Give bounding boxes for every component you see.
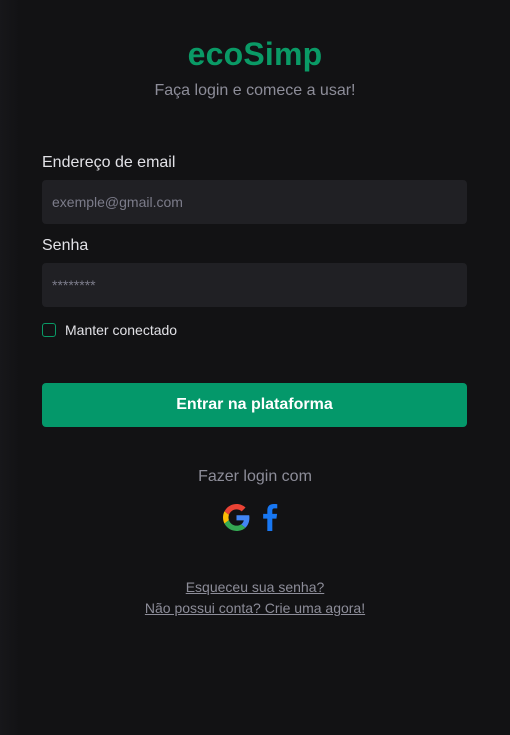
- remember-label: Manter conectado: [65, 321, 178, 338]
- forgot-password-row: Esqueceu sua senha?: [0, 579, 510, 595]
- google-icon[interactable]: [223, 504, 250, 531]
- social-login-buttons: [223, 504, 278, 531]
- password-field[interactable]: [42, 263, 467, 307]
- facebook-icon[interactable]: [262, 504, 278, 531]
- signup-row: Não possui conta? Crie uma agora!: [0, 600, 510, 616]
- remember-checkbox[interactable]: [42, 322, 56, 337]
- brand-subtitle: Faça login e comece a usar!: [154, 82, 356, 99]
- brand-title: ecoSimp: [187, 36, 323, 72]
- login-page: ecoSimp Faça login e comece a usar! Ende…: [0, 0, 510, 735]
- remember-me[interactable]: Manter conectado: [42, 321, 177, 338]
- social-login-title: Fazer login com: [198, 468, 312, 485]
- password-label: Senha: [42, 237, 89, 254]
- signup-link[interactable]: Não possui conta? Crie uma agora!: [145, 600, 365, 616]
- login-button[interactable]: Entrar na plataforma: [42, 383, 467, 427]
- email-field[interactable]: [42, 180, 467, 224]
- forgot-password-link[interactable]: Esqueceu sua senha?: [186, 579, 325, 595]
- email-label: Endereço de email: [42, 154, 176, 171]
